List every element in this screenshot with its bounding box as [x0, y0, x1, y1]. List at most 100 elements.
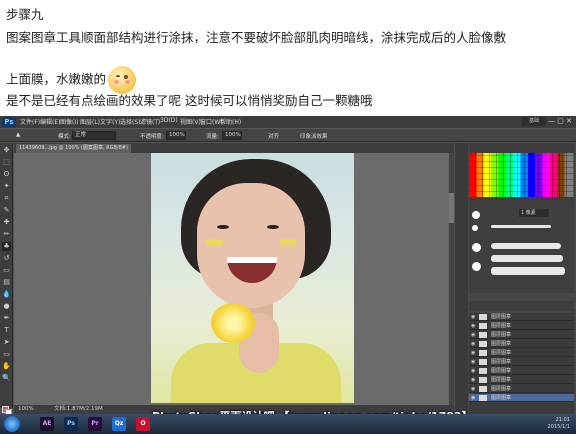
after-effects-icon[interactable]: AE — [40, 417, 54, 431]
layer-row[interactable]: ◉ 图层图章 — [469, 313, 574, 321]
layer-row[interactable]: ◉ 图层图章 — [469, 385, 574, 393]
menu-select[interactable]: 选择(S) — [120, 117, 141, 126]
eye-icon[interactable]: ◉ — [471, 314, 477, 320]
workspace-switcher[interactable]: 基础 — [522, 117, 546, 126]
eye-icon[interactable]: ◉ — [471, 323, 477, 329]
menu-edit[interactable]: 编辑(E) — [40, 117, 60, 126]
cheek-mark — [279, 239, 297, 245]
aligned-checkbox[interactable]: 对齐 — [268, 132, 279, 140]
layer-row[interactable]: ◉ 图层图章 — [469, 376, 574, 384]
blur-tool-icon[interactable]: 💧 — [2, 290, 11, 299]
menu-3d[interactable]: 3D(D) — [160, 117, 178, 124]
zoom-level[interactable]: 100% — [18, 405, 34, 414]
magic-wand-icon[interactable]: ✦ — [2, 182, 11, 191]
brush-presets[interactable]: 1 像素 — [469, 207, 574, 293]
brush-size-input[interactable]: 1 像素 — [519, 209, 549, 217]
menu-view[interactable]: 视图(V) — [180, 117, 201, 126]
layer-row[interactable]: ◉ 图层图章 — [469, 331, 574, 339]
opacity-label: 不透明度: — [140, 134, 164, 140]
history-brush-icon[interactable]: ↺ — [2, 254, 11, 263]
layer-row[interactable]: ◉ 图层图章 — [469, 349, 574, 357]
system-clock[interactable]: 21:01 2015/1/1 — [548, 417, 570, 431]
start-button[interactable] — [4, 416, 20, 432]
brush-tool-icon[interactable]: ✏ — [2, 230, 11, 239]
face — [197, 183, 305, 308]
eye-icon[interactable]: ◉ — [471, 386, 477, 392]
menu-filter[interactable]: 滤镜(T) — [140, 117, 160, 126]
opacity-input[interactable]: 100% — [166, 131, 186, 140]
menu-layer[interactable]: 图层(L) — [80, 117, 100, 126]
mode-select[interactable]: 正常 — [72, 131, 116, 140]
brush-preset-dot[interactable] — [472, 243, 481, 252]
opera-icon[interactable]: O — [136, 417, 150, 431]
path-select-icon[interactable]: ➤ — [2, 338, 11, 347]
eye-icon[interactable]: ◉ — [471, 377, 477, 383]
layer-row[interactable]: ◉ 图层图章 — [469, 340, 574, 348]
pattern-stamp-icon[interactable]: ♣ — [2, 242, 11, 251]
menu-help[interactable]: 帮助(H) — [220, 117, 241, 126]
flow-input[interactable]: 100% — [222, 131, 242, 140]
lasso-tool-icon[interactable]: ʘ — [2, 170, 11, 179]
window-controls[interactable]: — ▢ ✕ — [548, 117, 572, 125]
layer-name: 图层图章 — [491, 359, 512, 365]
vertical-scrollbar[interactable] — [449, 153, 454, 405]
eye-icon[interactable]: ◉ — [471, 341, 477, 347]
document-tab-bar: 11439609...jpg @ 100% (图案图章, RGB/8#) — [14, 143, 454, 153]
layers-panel: ◉ 图层图章 ◉ 图层图章 ◉ 图层图章 ◉ 图层图章 ◉ 图层图章 ◉ 图层图章 ◉ 图层图… — [469, 313, 574, 414]
brush-stroke-preview — [491, 267, 565, 275]
clock-time: 21:01 — [555, 417, 570, 423]
layer-thumbnail — [479, 377, 487, 383]
menu-bar: Ps 文件(F) 编辑(E) 图像(I) 图层(L) 文字(Y) 选择(S) 滤… — [0, 116, 576, 128]
crop-tool-icon[interactable]: ⌗ — [2, 194, 11, 203]
layer-row[interactable]: ◉ 图层图章 — [469, 358, 574, 366]
layer-name: 图层图章 — [491, 350, 512, 356]
post-text-line: 图案图章工具顺面部结构进行涂抹，注意不要破坏脸部肌肉明暗线，涂抹完成后的人脸像敷 — [6, 30, 507, 45]
move-tool-icon[interactable]: ✥ — [2, 146, 11, 155]
menu-type[interactable]: 文字(Y) — [100, 117, 120, 126]
cheek-mark — [205, 239, 223, 245]
menu-file[interactable]: 文件(F) — [20, 117, 40, 126]
document-tab[interactable]: 11439609...jpg @ 100% (图案图章, RGB/8#) — [16, 144, 131, 153]
swatches-grid-lines — [469, 153, 574, 197]
layers-panel-header[interactable] — [469, 301, 574, 311]
eye-icon[interactable]: ◉ — [471, 395, 477, 401]
panel-icon-column — [455, 143, 468, 414]
premiere-icon[interactable]: Pr — [88, 417, 102, 431]
layer-name: 图层图章 — [491, 323, 512, 329]
layer-row[interactable]: ◉ 图层图章 — [469, 322, 574, 330]
eye-icon[interactable]: ◉ — [471, 368, 477, 374]
eye-icon[interactable]: ◉ — [471, 332, 477, 338]
pen-tool-icon[interactable]: ✒ — [2, 314, 11, 323]
eraser-icon[interactable]: ▭ — [2, 266, 11, 275]
type-tool-icon[interactable]: T — [2, 326, 11, 335]
stamp-tool-icon[interactable]: ▲ — [16, 132, 20, 138]
shape-tool-icon[interactable]: ▭ — [2, 350, 11, 359]
swatches-panel-header[interactable] — [469, 143, 574, 153]
qq-icon[interactable]: Qz — [112, 417, 126, 431]
impressionist-checkbox[interactable]: 印象派效果 — [300, 132, 328, 140]
layer-name: 图层图章 — [491, 341, 512, 347]
layer-row-selected[interactable]: ◉ 图层图章 — [469, 394, 574, 402]
gradient-icon[interactable]: ▤ — [2, 278, 11, 287]
layer-thumbnail — [479, 323, 487, 329]
layer-row[interactable]: ◉ 图层图章 — [469, 367, 574, 375]
brush-preset-dot[interactable] — [472, 262, 481, 271]
dodge-tool-icon[interactable]: ● — [2, 302, 11, 311]
scrollbar-thumb[interactable] — [449, 193, 454, 223]
brush-preset-header[interactable] — [469, 197, 574, 207]
photoshop-logo: Ps — [2, 117, 16, 127]
eye-icon[interactable]: ◉ — [471, 359, 477, 365]
photoshop-taskbar-icon[interactable]: Ps — [64, 417, 78, 431]
menu-image[interactable]: 图像(I) — [60, 117, 78, 126]
hand-tool-icon[interactable]: ✋ — [2, 362, 11, 371]
eyedropper-icon[interactable]: ✎ — [2, 206, 11, 215]
eye-icon[interactable]: ◉ — [471, 350, 477, 356]
layer-name: 图层图章 — [491, 332, 512, 338]
marquee-tool-icon[interactable]: ⬚ — [2, 158, 11, 167]
brush-stroke-preview — [491, 243, 561, 249]
canvas-area[interactable] — [14, 153, 454, 405]
healing-brush-icon[interactable]: ✚ — [2, 218, 11, 227]
zoom-tool-icon[interactable]: 🔍 — [2, 374, 11, 383]
brush-preset-dot[interactable] — [472, 211, 480, 219]
brush-preset-dot[interactable] — [472, 225, 478, 231]
